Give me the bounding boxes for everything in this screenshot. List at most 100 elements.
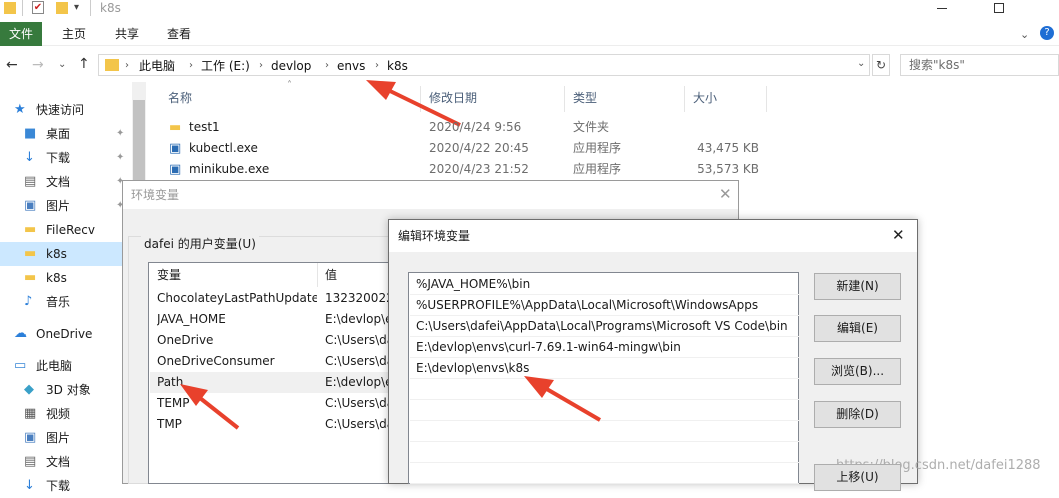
nav-item-5[interactable]: ▬ FileRecv xyxy=(0,218,132,242)
nav-item-label: 文档 xyxy=(46,455,71,469)
tab-share[interactable]: 共享 xyxy=(115,22,139,46)
back-icon[interactable]: ← xyxy=(6,57,18,73)
nav-item-6[interactable]: ▬ k8s xyxy=(0,242,132,266)
document-icon: ▤ xyxy=(24,174,37,189)
path-entry[interactable]: E:\devlop\envs\curl-7.69.1-win64-mingw\b… xyxy=(410,337,799,358)
column-size[interactable]: 大小 xyxy=(693,90,717,106)
title-bar: ✔ ▾ k8s xyxy=(0,0,1059,20)
document-icon: ▤ xyxy=(24,454,37,469)
nav-item-3[interactable]: ▤ 文档 ✦ xyxy=(0,170,132,194)
nav-item-13[interactable]: ▣ 图片 xyxy=(0,426,132,450)
variable-row[interactable]: OneDriveConsumer C:\Users\da xyxy=(150,351,398,372)
file-row[interactable]: ▣ minikube.exe 2020/4/23 21:52 应用程序 53,573 K… xyxy=(163,159,763,180)
nav-item-7[interactable]: ▬ k8s xyxy=(0,266,132,290)
move-up-button[interactable]: 上移(U) xyxy=(814,464,901,491)
column-name[interactable]: 名称 xyxy=(168,90,192,106)
refresh-icon[interactable]: ↻ xyxy=(872,54,890,76)
column-date[interactable]: 修改日期 xyxy=(429,90,477,106)
nav-item-10[interactable]: ▭ 此电脑 xyxy=(0,354,132,378)
tab-file[interactable]: 文件 xyxy=(0,22,42,46)
empty-row xyxy=(410,442,799,463)
exe-icon: ▣ xyxy=(169,141,182,156)
checkbox-icon[interactable]: ✔ xyxy=(32,1,44,14)
empty-row xyxy=(410,400,799,421)
cloud-icon: ☁ xyxy=(14,326,27,341)
nav-item-8[interactable]: ♪ 音乐 xyxy=(0,290,132,314)
chevron-right-icon: › xyxy=(375,60,379,71)
breadcrumb-this-pc[interactable]: 此电脑 xyxy=(139,57,175,75)
breadcrumb-devlop[interactable]: devlop xyxy=(271,57,311,75)
maximize-icon[interactable] xyxy=(994,3,1004,13)
tab-home[interactable]: 主页 xyxy=(62,22,86,46)
pin-icon[interactable]: ✦ xyxy=(116,122,124,146)
variable-row[interactable]: TEMP C:\Users\da xyxy=(150,393,398,414)
variable-row[interactable]: Path E:\devlop\e xyxy=(150,372,398,393)
user-vars-label: dafei 的用户变量(U) xyxy=(141,236,259,252)
file-type: 应用程序 xyxy=(573,162,622,176)
chevron-right-icon: › xyxy=(259,60,263,71)
minimize-icon[interactable] xyxy=(937,8,947,9)
ribbon-expand-icon[interactable]: ⌄ xyxy=(1020,28,1029,41)
nav-item-11[interactable]: ◆ 3D 对象 xyxy=(0,378,132,402)
column-variable[interactable]: 变量 xyxy=(157,263,181,287)
nav-item-9[interactable]: ☁ OneDrive xyxy=(0,322,132,346)
search-input[interactable]: 搜索"k8s" xyxy=(900,54,1059,76)
new-button[interactable]: 新建(N) xyxy=(814,273,901,300)
nav-item-label: 图片 xyxy=(46,199,71,213)
nav-item-4[interactable]: ▣ 图片 ✦ xyxy=(0,194,132,218)
browse-button[interactable]: 浏览(B)... xyxy=(814,358,901,385)
nav-item-1[interactable]: ■ 桌面 ✦ xyxy=(0,122,132,146)
chevron-right-icon: › xyxy=(325,60,329,71)
nav-item-15[interactable]: ↓ 下载 xyxy=(0,474,132,498)
address-dropdown-icon[interactable]: ⌄ xyxy=(857,58,865,69)
new-folder-icon[interactable] xyxy=(56,2,68,14)
help-icon[interactable]: ? xyxy=(1040,26,1054,40)
chevron-right-icon: › xyxy=(189,60,193,71)
path-entries-list: %JAVA_HOME%\bin %USERPROFILE%\AppData\Loc… xyxy=(408,272,799,484)
file-date: 2020/4/22 20:45 xyxy=(429,141,529,155)
column-divider xyxy=(420,86,421,112)
path-entry[interactable]: C:\Users\dafei\AppData\Local\Programs\Mi… xyxy=(410,316,799,337)
column-type[interactable]: 类型 xyxy=(573,90,597,106)
nav-item-12[interactable]: ▦ 视频 xyxy=(0,402,132,426)
tab-view[interactable]: 查看 xyxy=(167,22,191,46)
nav-item-2[interactable]: ↓ 下载 ✦ xyxy=(0,146,132,170)
empty-row xyxy=(410,379,799,400)
variable-name: Path xyxy=(157,375,184,389)
breadcrumb-envs[interactable]: envs xyxy=(337,57,365,75)
path-entry[interactable]: E:\devlop\envs\k8s xyxy=(410,358,799,379)
up-icon[interactable]: ↑ xyxy=(78,56,90,72)
computer-icon: ▭ xyxy=(14,358,27,373)
variable-row[interactable]: TMP C:\Users\da xyxy=(150,414,398,435)
folder-icon: ▬ xyxy=(169,120,182,135)
address-bar[interactable]: › 此电脑 › 工作 (E:) › devlop › envs › k8s ⌄ xyxy=(98,54,870,76)
path-entry[interactable]: %USERPROFILE%\AppData\Local\Microsoft\Wi… xyxy=(410,295,799,316)
forward-icon[interactable]: → xyxy=(32,57,44,73)
edit-button[interactable]: 编辑(E) xyxy=(814,315,901,342)
variable-row[interactable]: JAVA_HOME E:\devlop\e xyxy=(150,309,398,330)
file-row[interactable]: ▬ test1 2020/4/24 9:56 文件夹 xyxy=(163,117,763,138)
path-entry[interactable]: %JAVA_HOME%\bin xyxy=(410,274,799,295)
delete-button[interactable]: 删除(D) xyxy=(814,401,901,428)
divider xyxy=(22,0,23,16)
recent-dropdown-icon[interactable]: ⌄ xyxy=(58,59,66,70)
column-value[interactable]: 值 xyxy=(325,263,337,287)
nav-item-0[interactable]: ★ 快速访问 xyxy=(0,98,132,122)
close-icon[interactable]: ✕ xyxy=(719,185,732,203)
nav-item-label: FileRecv xyxy=(46,223,95,237)
nav-item-label: 图片 xyxy=(46,431,71,445)
close-icon[interactable]: ✕ xyxy=(892,226,905,244)
file-name: kubectl.exe xyxy=(189,141,258,155)
pin-icon[interactable]: ✦ xyxy=(116,146,124,170)
breadcrumb-drive[interactable]: 工作 (E:) xyxy=(201,57,250,75)
variable-row[interactable]: OneDrive C:\Users\da xyxy=(150,330,398,351)
variable-name: OneDriveConsumer xyxy=(157,354,275,368)
file-row[interactable]: ▣ kubectl.exe 2020/4/22 20:45 应用程序 43,475 KB xyxy=(163,138,763,159)
variable-row[interactable]: ChocolateyLastPathUpdate 1323200224 xyxy=(150,288,398,309)
breadcrumb-k8s[interactable]: k8s xyxy=(387,57,408,75)
quick-access-dropdown-icon[interactable]: ▾ xyxy=(74,2,79,13)
nav-item-label: k8s xyxy=(46,247,67,261)
nav-item-14[interactable]: ▤ 文档 xyxy=(0,450,132,474)
file-size: 53,573 KB xyxy=(697,162,759,176)
nav-item-label: 3D 对象 xyxy=(46,383,91,397)
